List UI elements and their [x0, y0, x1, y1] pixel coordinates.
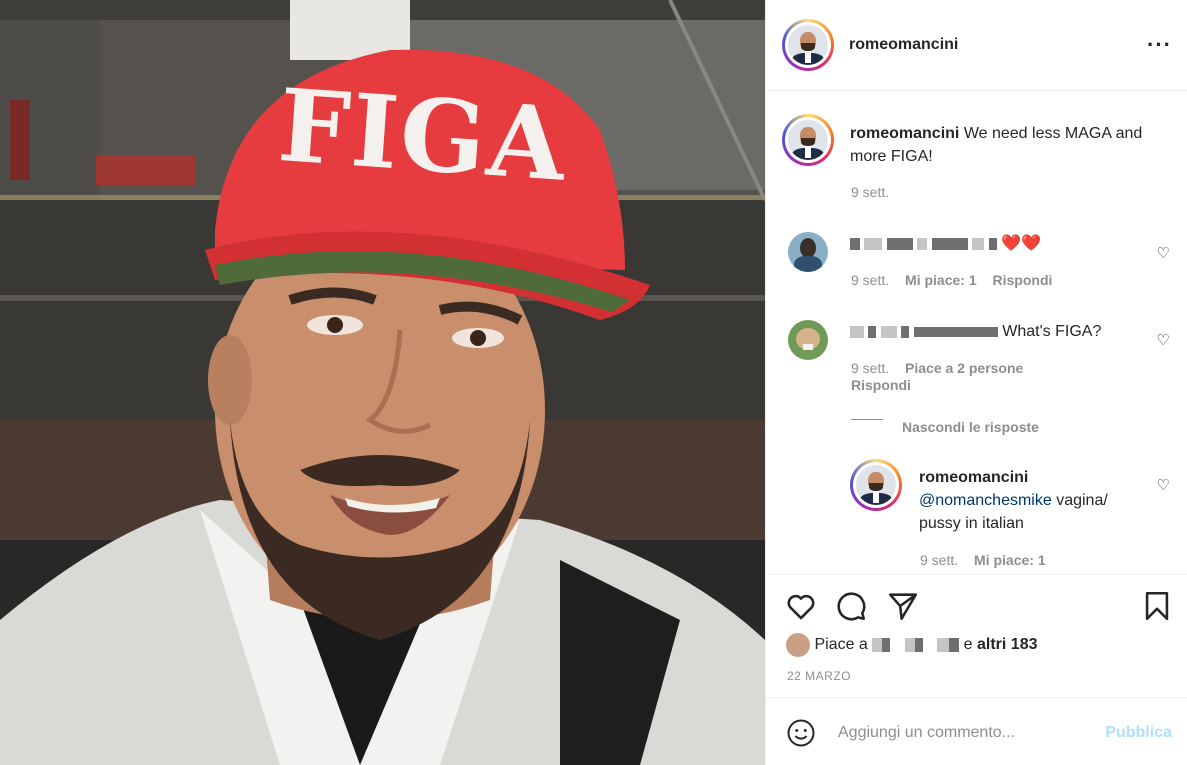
share-icon[interactable] [886, 589, 920, 623]
caption-time: 9 sett. [851, 184, 890, 200]
comment-input[interactable]: Aggiungi un commento... [838, 724, 1015, 742]
author-username[interactable]: romeomancini [849, 36, 958, 54]
post-date: 22 MARZO [787, 669, 852, 683]
comments-list: romeomancini We need less MAGA and more … [766, 92, 1187, 574]
author-avatar[interactable] [782, 19, 834, 71]
reply-time: 9 sett. [920, 552, 959, 568]
divider [851, 419, 883, 420]
bookmark-icon[interactable] [1140, 589, 1174, 623]
caption-avatar[interactable] [782, 114, 834, 166]
like-comment-heart-icon[interactable]: ♡ [1157, 476, 1170, 494]
redacted-username [850, 325, 864, 338]
caption-username[interactable]: romeomancini [850, 125, 959, 142]
reply-likes[interactable]: Mi piace: 1 [974, 552, 1046, 568]
reply-button[interactable]: Rispondi [993, 272, 1053, 288]
like-comment-heart-icon[interactable]: ♡ [1157, 331, 1170, 349]
more-horizontal-icon[interactable]: ··· [1147, 32, 1172, 58]
likes-summary[interactable]: Piace a e altri 183 [786, 633, 1037, 657]
reply-button[interactable]: Rispondi [851, 377, 911, 393]
post-side-panel: romeomancini ··· romeomancini We need le… [765, 0, 1187, 765]
cap-logo-text: FIGA [274, 66, 572, 204]
add-comment-bar: Aggiungi un commento... Pubblica [766, 697, 1187, 765]
publish-button[interactable]: Pubblica [1105, 724, 1172, 742]
post-photo[interactable]: FIGA [0, 0, 765, 765]
comment-likes[interactable]: Piace a 2 persone [905, 360, 1023, 376]
comment-icon[interactable] [834, 589, 868, 623]
commenter-avatar[interactable] [788, 232, 828, 272]
comment-text: ❤️❤️ [1001, 235, 1042, 252]
commenter-avatar[interactable] [788, 320, 828, 360]
post-actions: Piace a e altri 183 22 MARZO [766, 574, 1187, 696]
emoji-icon[interactable] [786, 718, 816, 748]
likes-others[interactable]: altri 183 [977, 636, 1037, 653]
redacted-username [850, 237, 860, 250]
comment-time: 9 sett. [851, 360, 890, 376]
comment-likes[interactable]: Mi piace: 1 [905, 272, 977, 288]
comment-time: 9 sett. [851, 272, 890, 288]
like-comment-heart-icon[interactable]: ♡ [1157, 244, 1170, 262]
reply-avatar[interactable] [850, 459, 902, 511]
liker-avatar [786, 633, 810, 657]
mention-link[interactable]: @nomanchesmike [919, 492, 1052, 509]
comment-text: What's FIGA? [1002, 323, 1102, 340]
likes-prefix: Piace a [814, 636, 868, 654]
hide-replies-button[interactable]: Nascondi le risposte [902, 419, 1039, 435]
post-header: romeomancini ··· [766, 0, 1187, 91]
likes-conjunction: e [963, 636, 973, 654]
heart-icon[interactable] [784, 589, 818, 623]
reply-username[interactable]: romeomancini [919, 469, 1028, 486]
